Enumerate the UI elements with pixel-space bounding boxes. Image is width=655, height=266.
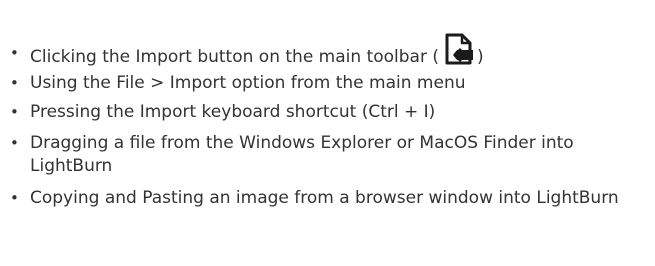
toolbar-import-text-before: Clicking the Import button on the main t… (30, 47, 439, 67)
list-item-toolbar-import: Clicking the Import button on the main t… (10, 33, 650, 69)
list-item-keyboard-shortcut: Pressing the Import keyboard shortcut (C… (10, 101, 650, 124)
list-item-drag-file: Dragging a file from the Windows Explore… (10, 132, 650, 178)
toolbar-import-text-after: ) (477, 47, 484, 67)
import-file-icon (445, 33, 473, 65)
list-item-text: Dragging a file from the Windows Explore… (30, 133, 574, 176)
list-item-text: Clicking the Import button on the main t… (30, 33, 650, 69)
list-item-copy-paste: Copying and Pasting an image from a brow… (10, 187, 650, 210)
list-item-file-menu-import: Using the File > Import option from the … (10, 72, 650, 95)
list-item-text: Pressing the Import keyboard shortcut (C… (30, 102, 436, 122)
list-item-text: Using the File > Import option from the … (30, 73, 466, 93)
import-methods-list: Clicking the Import button on the main t… (10, 0, 650, 210)
list-item-text: Copying and Pasting an image from a brow… (30, 188, 619, 208)
